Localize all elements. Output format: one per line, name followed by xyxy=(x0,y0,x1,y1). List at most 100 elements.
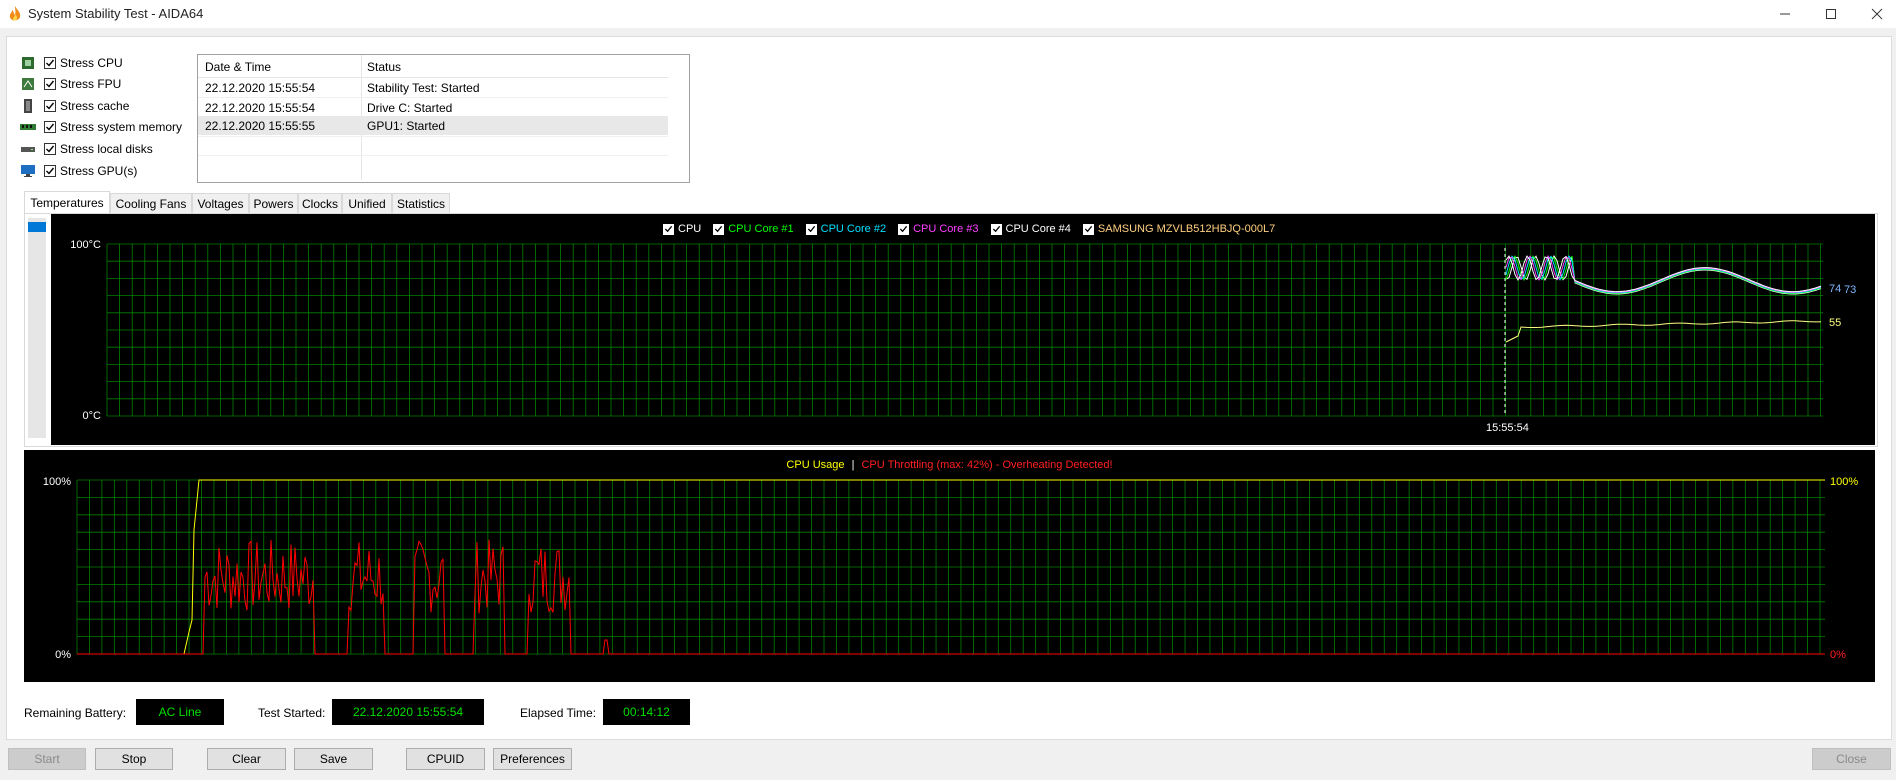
log-status: GPU1: Started xyxy=(367,119,446,133)
legend-core1-checkbox[interactable] xyxy=(713,223,725,235)
test-started-label: Test Started: xyxy=(258,706,326,720)
maximize-icon xyxy=(1826,9,1836,19)
stress-gpu-checkbox[interactable] xyxy=(44,165,56,177)
temp-axis-top: 100°C xyxy=(70,239,101,251)
end-label-disk: 55 xyxy=(1829,317,1841,329)
stress-fpu-option[interactable]: Stress FPU xyxy=(20,75,121,93)
stop-button[interactable]: Stop xyxy=(95,748,173,770)
stress-disks-checkbox[interactable] xyxy=(44,143,56,155)
temperature-graph-canvas: 100°C 0°C 15:55:54 74 73 55 xyxy=(70,239,1856,434)
legend-core4-checkbox[interactable] xyxy=(990,223,1002,235)
minimize-button[interactable] xyxy=(1762,0,1808,28)
tab-statistics[interactable]: Statistics xyxy=(392,193,450,213)
cpu-usage-graph: 100% 0% 100% 0% CPU Usage | CPU Throttli… xyxy=(24,450,1875,682)
legend-core4: CPU Core #4 xyxy=(1005,223,1071,235)
event-log-list[interactable]: Date & Time Status 22.12.2020 15:55:54 S… xyxy=(197,54,690,183)
start-button[interactable]: Start xyxy=(8,748,86,770)
stress-cpu-option[interactable]: Stress CPU xyxy=(20,54,123,72)
stress-fpu-checkbox[interactable] xyxy=(44,78,56,90)
tab-voltages[interactable]: Voltages xyxy=(192,193,249,213)
checkmark-icon xyxy=(46,80,55,88)
log-row[interactable]: 22.12.2020 15:55:54 Drive C: Started xyxy=(198,97,668,117)
cpuid-button[interactable]: CPUID xyxy=(406,748,485,770)
legend-cpu-checkbox[interactable] xyxy=(663,223,674,235)
log-datetime: 22.12.2020 15:55:54 xyxy=(205,81,316,95)
save-button[interactable]: Save xyxy=(294,748,373,770)
end-label-core: 73 xyxy=(1844,284,1856,296)
col-header-datetime[interactable]: Date & Time xyxy=(205,60,271,74)
row-divider xyxy=(198,155,668,156)
cpu-icon xyxy=(22,57,34,69)
stress-gpu-option[interactable]: Stress GPU(s) xyxy=(20,162,137,180)
stress-cpu-label: Stress CPU xyxy=(60,56,123,70)
monitor-icon xyxy=(21,165,35,177)
clear-button[interactable]: Clear xyxy=(207,748,286,770)
close-button[interactable]: Close xyxy=(1812,748,1891,770)
checkmark-icon xyxy=(664,225,673,233)
stress-memory-label: Stress system memory xyxy=(60,120,183,134)
legend-core2-checkbox[interactable] xyxy=(805,223,817,235)
stress-memory-checkbox[interactable] xyxy=(44,121,56,133)
minimize-icon xyxy=(1780,13,1790,15)
log-header: Date & Time Status xyxy=(198,55,668,78)
legend-core3-checkbox[interactable] xyxy=(898,223,910,235)
legend-ssd: SAMSUNG MZVLB512HBJQ-000L7 xyxy=(1097,223,1276,235)
log-row[interactable]: 22.12.2020 15:55:54 Stability Test: Star… xyxy=(198,78,668,97)
ssd-temp-series-line xyxy=(1505,320,1822,343)
temperature-legend: CPU CPU Core #1 CPU Core #2 CPU Core #3 … xyxy=(663,222,1275,236)
checkmark-icon xyxy=(715,225,723,233)
memory-icon xyxy=(20,124,36,130)
maximize-button[interactable] xyxy=(1808,0,1854,28)
temp-axis-bottom: 0°C xyxy=(83,410,102,422)
time-label: 15:55:54 xyxy=(1486,422,1529,434)
tab-temperatures[interactable]: Temperatures xyxy=(24,191,110,214)
usage-axis-top-right: 100% xyxy=(1830,476,1858,488)
checkmark-icon xyxy=(46,145,55,153)
log-datetime: 22.12.2020 15:55:54 xyxy=(205,101,316,115)
usage-axis-bottom-left: 0% xyxy=(55,649,71,661)
log-datetime: 22.12.2020 15:55:55 xyxy=(205,119,316,133)
sensor-scrollbar[interactable] xyxy=(28,218,46,438)
row-divider xyxy=(198,136,668,137)
elapsed-label: Elapsed Time: xyxy=(520,706,597,720)
tab-powers[interactable]: Powers xyxy=(249,193,298,213)
checkmark-icon xyxy=(46,102,55,110)
checkmark-icon xyxy=(807,225,815,233)
close-icon xyxy=(1871,8,1883,20)
usage-axis-top-left: 100% xyxy=(43,476,71,488)
elapsed-value: 00:14:12 xyxy=(603,699,690,725)
stress-cache-checkbox[interactable] xyxy=(44,100,56,112)
col-header-status[interactable]: Status xyxy=(367,60,401,74)
temperature-series xyxy=(1505,254,1822,343)
end-label-cpu: 74 xyxy=(1829,283,1841,295)
scrollbar-thumb[interactable] xyxy=(28,222,46,232)
flame-icon xyxy=(9,6,21,21)
stress-disks-label: Stress local disks xyxy=(60,142,153,156)
window-title: System Stability Test - AIDA64 xyxy=(28,6,204,21)
tab-clocks[interactable]: Clocks xyxy=(298,193,342,213)
usage-grid xyxy=(76,479,1825,655)
cpu-usage-title: CPU Usage | CPU Throttling (max: 42%) - … xyxy=(24,459,1875,471)
legend-ssd-checkbox[interactable] xyxy=(1082,223,1094,235)
checkmark-icon xyxy=(46,59,55,67)
stress-memory-option[interactable]: Stress system memory xyxy=(20,118,182,136)
tab-unified[interactable]: Unified xyxy=(342,193,392,213)
tab-cooling-fans[interactable]: Cooling Fans xyxy=(110,193,192,213)
preferences-button[interactable]: Preferences xyxy=(493,748,572,770)
legend-core3: CPU Core #3 xyxy=(913,223,979,235)
legend-core2: CPU Core #2 xyxy=(820,223,887,235)
log-status: Stability Test: Started xyxy=(367,81,480,95)
throttling-title: CPU Throttling (max: 42%) - Overheating … xyxy=(861,459,1113,471)
title-bar: System Stability Test - AIDA64 xyxy=(0,0,1896,28)
stress-disks-option[interactable]: Stress local disks xyxy=(20,140,153,158)
battery-value: AC Line xyxy=(136,699,224,725)
legend-cpu: CPU xyxy=(678,223,702,235)
usage-title: CPU Usage xyxy=(786,459,845,471)
stress-cache-option[interactable]: Stress cache xyxy=(20,97,129,115)
log-row-selected[interactable]: 22.12.2020 15:55:55 GPU1: Started xyxy=(198,116,668,135)
stress-cpu-checkbox[interactable] xyxy=(44,57,56,69)
close-window-button[interactable] xyxy=(1854,0,1896,28)
battery-label: Remaining Battery: xyxy=(24,706,127,720)
disk-icon xyxy=(21,147,35,152)
stress-cache-label: Stress cache xyxy=(60,99,130,113)
